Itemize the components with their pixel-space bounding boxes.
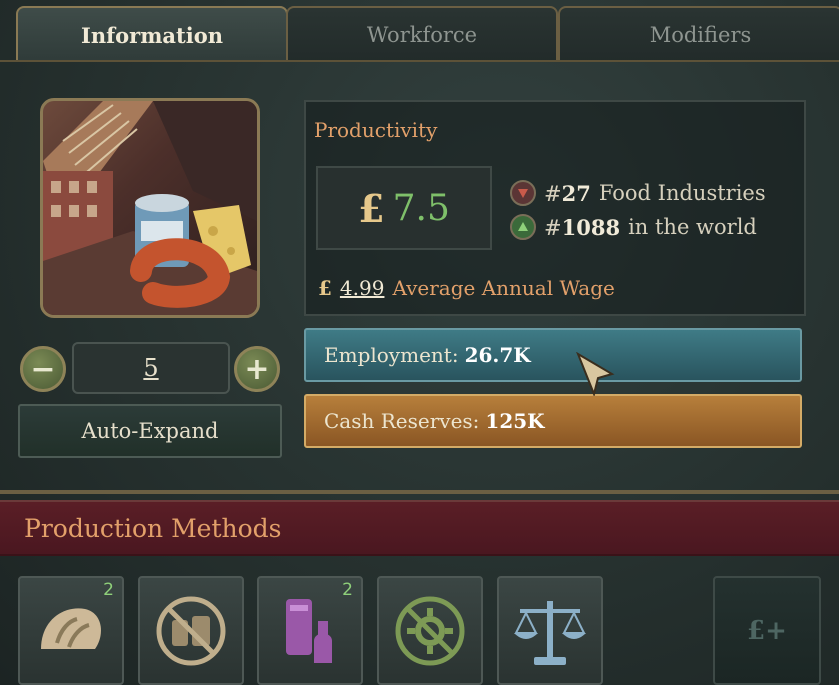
tab-information[interactable]: Information: [16, 6, 288, 62]
pm-slot-automation[interactable]: [377, 576, 483, 685]
wage-label: Average Annual Wage: [392, 276, 615, 300]
pound-plus-icon: £+: [747, 615, 787, 646]
cash-reserves-bar[interactable]: Cash Reserves: 125K: [304, 394, 802, 448]
minus-icon: −: [30, 351, 56, 387]
rank-category[interactable]: #27 Food Industries: [510, 180, 766, 206]
auto-expand-button[interactable]: Auto-Expand: [18, 404, 282, 458]
bread-icon: [41, 607, 101, 649]
employment-value: 26.7K: [464, 343, 531, 367]
canned-goods-disabled-icon: [156, 596, 226, 665]
pm-slot-canning[interactable]: [138, 576, 244, 685]
rank-category-prefix: #: [544, 181, 562, 206]
production-methods-header: Production Methods: [0, 500, 839, 556]
cash-value: 125K: [485, 409, 545, 433]
tab-modifiers[interactable]: Modifiers: [558, 6, 839, 62]
pm-slot-distillery[interactable]: 2: [257, 576, 363, 685]
building-level-value[interactable]: 5: [72, 342, 230, 394]
pm-slot-bakery[interactable]: 2: [18, 576, 124, 685]
building-image: [40, 98, 260, 318]
rank-category-label: Food Industries: [598, 181, 766, 205]
productivity-title: Productivity: [314, 118, 438, 142]
decrease-level-button[interactable]: −: [20, 346, 66, 392]
building-panel: Information Workforce Modifiers − 5 + Au…: [0, 0, 839, 685]
canned-food-illustration: [43, 101, 257, 315]
plus-icon: +: [244, 351, 270, 387]
pm-slot-subsidize[interactable]: £+: [713, 576, 821, 685]
wage-pound-icon: £: [318, 276, 332, 300]
wage-amount: 4.99: [339, 276, 385, 300]
productivity-value-box[interactable]: £ 7.5: [316, 166, 492, 250]
distillery-icon: [286, 598, 332, 663]
tab-bar: Information Workforce Modifiers: [8, 6, 839, 62]
pm-slot-ownership[interactable]: [497, 576, 603, 685]
scales-icon: [514, 600, 586, 665]
cash-label: Cash Reserves:: [324, 409, 480, 433]
employment-bar[interactable]: Employment: 26.7K: [304, 328, 802, 382]
productivity-value: 7.5: [392, 187, 450, 229]
rank-category-number: 27: [561, 180, 591, 206]
automation-disabled-icon: [395, 596, 465, 665]
average-wage[interactable]: £ 4.99 Average Annual Wage: [318, 276, 615, 300]
tab-workforce[interactable]: Workforce: [286, 6, 558, 62]
pound-icon: £: [358, 185, 385, 231]
increase-level-button[interactable]: +: [234, 346, 280, 392]
rank-world-label: in the world: [628, 215, 757, 239]
rank-up-icon: [510, 214, 536, 240]
rank-down-icon: [510, 180, 536, 206]
pm-badge: 2: [103, 580, 114, 600]
pm-badge: 2: [342, 580, 353, 600]
rank-world[interactable]: #1088 in the world: [510, 214, 757, 240]
mouse-cursor-icon: [576, 352, 615, 396]
employment-label: Employment:: [324, 343, 459, 367]
rank-world-prefix: #: [544, 215, 562, 240]
tab-divider: [0, 60, 839, 62]
rank-world-number: 1088: [561, 214, 621, 240]
section-divider: [0, 490, 839, 494]
